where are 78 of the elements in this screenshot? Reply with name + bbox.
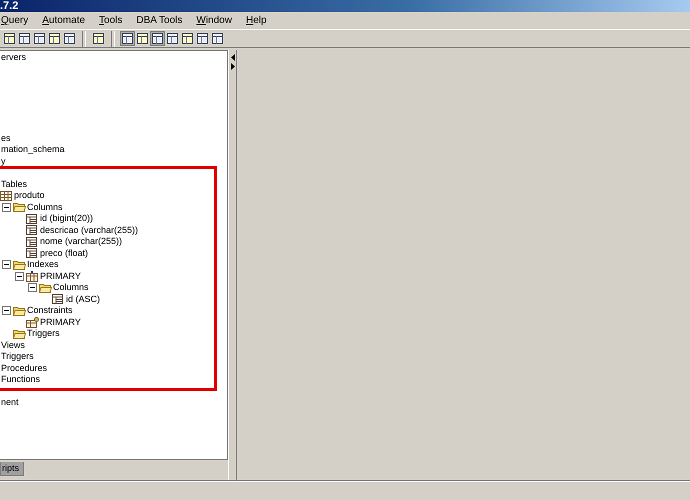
tree-item[interactable]: Triggers: [27, 328, 60, 340]
toolbar-button[interactable]: [47, 31, 62, 46]
collapse-icon[interactable]: [15, 272, 24, 281]
folder-icon: [13, 328, 26, 339]
column-icon: [26, 214, 37, 224]
tree-item[interactable]: produto: [14, 190, 45, 202]
tree-item[interactable]: descricao (varchar(255)): [40, 224, 138, 236]
toolbar-grid-icon: [49, 33, 60, 44]
folder-icon: [13, 306, 26, 316]
tree-item[interactable]: preco (float): [40, 248, 88, 259]
left-arrow-icon[interactable]: [230, 54, 234, 62]
toolbar-grid-icon: [122, 33, 133, 44]
toolbar-button[interactable]: [32, 31, 47, 46]
tree-item[interactable]: PRIMARY: [40, 270, 81, 282]
toolbar-grid-icon: [4, 33, 15, 44]
tree-item[interactable]: Triggers: [1, 351, 34, 362]
tree-item[interactable]: Views: [1, 340, 25, 351]
collapse-icon[interactable]: [2, 306, 11, 316]
collapse-icon[interactable]: [2, 202, 11, 212]
tree-item[interactable]: y: [1, 156, 6, 167]
folder-icon: [39, 282, 52, 293]
collapse-icon[interactable]: [2, 260, 11, 270]
toolbar-grid-icon: [182, 33, 193, 44]
toolbar-button[interactable]: [91, 31, 106, 46]
toolbar-grid-icon: [197, 33, 208, 44]
tree-item[interactable]: Tables: [1, 178, 28, 190]
folder-icon: [13, 260, 26, 270]
tree-item[interactable]: nent: [1, 397, 19, 408]
column-icon: [26, 248, 37, 258]
tree-item[interactable]: id (bigint(20)): [40, 213, 94, 224]
toolbar-button[interactable]: [165, 31, 180, 46]
toolbar-button[interactable]: [120, 31, 135, 46]
tree-item[interactable]: Functions: [1, 374, 40, 386]
toolbar-grid-icon: [152, 33, 163, 44]
index-icon: [26, 270, 38, 282]
toolbar-button[interactable]: [17, 31, 32, 46]
toolbar-button[interactable]: [180, 31, 195, 46]
toolbar-grid-icon: [93, 33, 104, 44]
toolbar-grid-icon: [212, 33, 223, 44]
tree-item[interactable]: Columns: [27, 202, 63, 213]
tree-item[interactable]: mation_schema: [1, 144, 65, 156]
menu-item[interactable]: Window: [195, 15, 237, 26]
toolbar-grid-icon: [167, 33, 178, 44]
folder-icon: [13, 202, 26, 212]
menu-item[interactable]: Query: [0, 15, 34, 26]
tree-item[interactable]: ervers: [1, 52, 26, 64]
tree-item[interactable]: Columns: [53, 282, 89, 294]
tree-item[interactable]: Procedures: [1, 362, 48, 374]
tree-item[interactable]: es: [1, 132, 11, 144]
menu-item[interactable]: Help: [244, 15, 272, 26]
toolbar-grid-icon: [19, 33, 30, 44]
toolbar-button[interactable]: [150, 31, 165, 46]
tree-item[interactable]: PRIMARY: [40, 316, 81, 328]
toolbar-button[interactable]: [2, 31, 17, 46]
right-arrow-icon[interactable]: [230, 63, 234, 70]
tree-item[interactable]: id (ASC): [66, 294, 100, 305]
column-icon: [26, 225, 37, 236]
toolbar-grid-icon: [64, 33, 75, 44]
collapse-icon[interactable]: [28, 283, 37, 292]
column-icon: [26, 236, 37, 247]
tree-item[interactable]: Indexes: [27, 259, 59, 270]
key-table-icon: [26, 316, 39, 328]
panel-tab[interactable]: ripts: [0, 462, 24, 476]
toolbar-grid-icon: [137, 33, 148, 44]
menu-item[interactable]: Automate: [41, 15, 90, 26]
toolbar-button[interactable]: [210, 31, 225, 46]
toolbar-button[interactable]: [195, 31, 210, 46]
table-icon: [0, 190, 12, 201]
toolbar-grid-icon: [34, 33, 45, 44]
menu-item[interactable]: Tools: [98, 15, 128, 26]
splitter[interactable]: [228, 50, 237, 480]
toolbar-button[interactable]: [62, 31, 77, 46]
window-title: .7.2: [0, 0, 18, 12]
tree-item[interactable]: nome (varchar(255)): [40, 236, 122, 248]
column-icon: [52, 294, 63, 304]
toolbar-button[interactable]: [135, 31, 150, 46]
tree-item[interactable]: Constraints: [27, 305, 73, 316]
menu-item[interactable]: DBA Tools: [135, 15, 188, 26]
